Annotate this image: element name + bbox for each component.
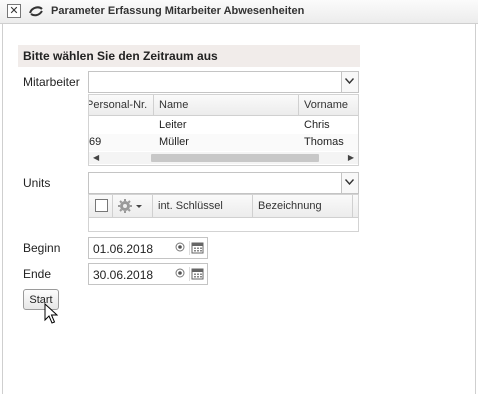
chevron-down-icon [345, 78, 354, 84]
cell-name: Leiter [159, 119, 187, 131]
title-bar: ✕ Parameter Erfassung Mitarbeiter Abwese… [0, 0, 478, 24]
chevron-down-icon [345, 179, 354, 185]
column-name[interactable]: Name [154, 95, 299, 115]
column-vorname[interactable]: Vorname [299, 95, 358, 115]
cell-vorname: Chris [304, 119, 330, 131]
beginn-date-field[interactable]: 01.06.2018 [88, 237, 208, 259]
scroll-left-icon[interactable]: ◀ [93, 153, 99, 162]
select-all-checkbox[interactable] [95, 199, 108, 212]
cell-vorname: Thomas [304, 136, 344, 148]
window-title: Parameter Erfassung Mitarbeiter Abwesenh… [51, 5, 305, 17]
beginn-label: Beginn [23, 241, 61, 255]
column-personal-nr[interactable]: Personal-Nr. [89, 95, 154, 115]
mitarbeiter-grid: Personal-Nr. Name Vorname Leiter Chris 6… [88, 94, 359, 166]
cell-personal-nr: 69 [89, 136, 102, 148]
section-heading-text: Bitte wählen Sie den Zeitraum aus [23, 49, 218, 63]
clear-icon[interactable] [175, 242, 185, 252]
mitarbeiter-grid-header: Personal-Nr. Name Vorname [89, 95, 358, 116]
horizontal-scrollbar[interactable]: ◀ ▶ [89, 152, 358, 164]
cell-name: Müller [159, 136, 189, 148]
scrollbar-thumb[interactable] [151, 154, 319, 162]
mitarbeiter-dropdown-button[interactable] [341, 72, 358, 92]
calendar-icon[interactable] [189, 241, 205, 255]
settings-column[interactable] [113, 195, 153, 217]
calendar-icon[interactable] [189, 267, 205, 281]
mouse-cursor-icon [44, 303, 58, 324]
mitarbeiter-combobox[interactable] [88, 71, 359, 93]
table-row[interactable]: 69 Müller Thomas [89, 134, 358, 151]
select-all-column[interactable] [89, 195, 113, 217]
ende-label: Ende [23, 267, 52, 281]
units-grid: int. Schlüssel Bezeichnung [88, 194, 359, 232]
units-label: Units [23, 176, 51, 190]
close-icon[interactable]: ✕ [7, 4, 21, 18]
units-dropdown-button[interactable] [341, 173, 358, 193]
gear-icon[interactable] [117, 198, 147, 214]
table-row[interactable]: Leiter Chris [89, 117, 358, 134]
beginn-date-value[interactable]: 01.06.2018 [93, 242, 153, 256]
clear-icon[interactable] [175, 268, 185, 278]
units-grid-header: int. Schlüssel Bezeichnung [89, 195, 358, 218]
app-logo-icon [29, 6, 43, 17]
mitarbeiter-label: Mitarbeiter [23, 75, 80, 89]
ende-date-field[interactable]: 30.06.2018 [88, 263, 208, 285]
scroll-right-icon[interactable]: ▶ [348, 153, 354, 162]
ende-date-value[interactable]: 30.06.2018 [93, 268, 153, 282]
units-combobox[interactable] [88, 172, 359, 194]
column-bezeichnung[interactable]: Bezeichnung [253, 195, 353, 217]
section-heading: Bitte wählen Sie den Zeitraum aus [18, 45, 360, 67]
column-int-schluessel[interactable]: int. Schlüssel [153, 195, 253, 217]
